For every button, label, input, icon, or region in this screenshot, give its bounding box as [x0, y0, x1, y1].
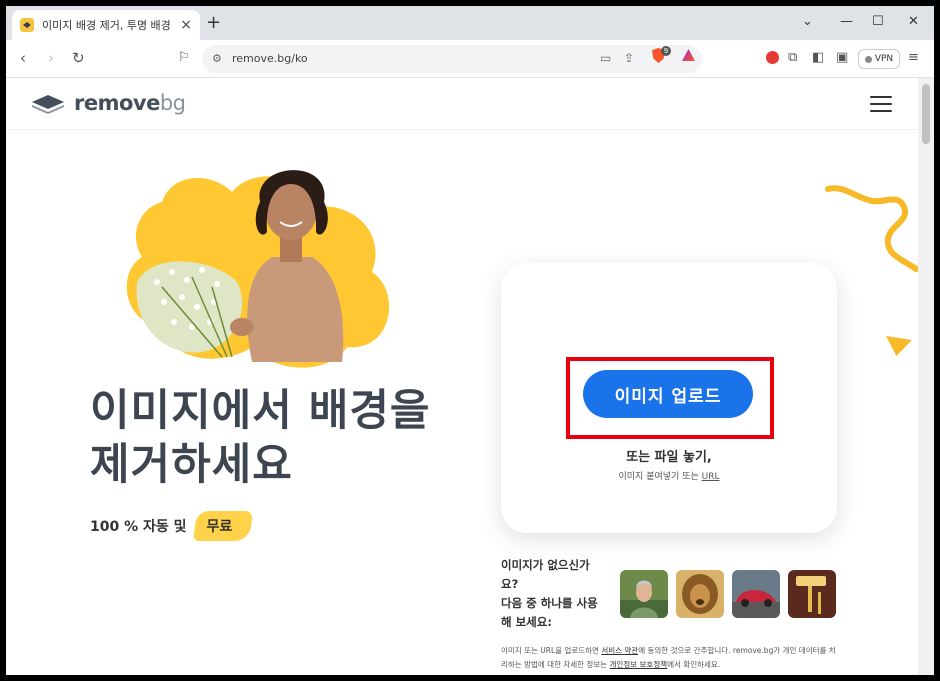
- wallet-icon[interactable]: ▣: [836, 51, 848, 65]
- terms-link[interactable]: 서비스 약관: [601, 646, 638, 655]
- samples-label: 이미지가 없으신가 요? 다음 중 하나를 사용 해 보세요:: [501, 558, 598, 629]
- decorative-triangle: [886, 336, 912, 356]
- scroll-thumb[interactable]: [922, 84, 930, 144]
- vpn-label: VPN: [874, 54, 894, 64]
- legal-notice: 이미지 또는 URL을 업로드하면 서비스 약관에 동의한 것으로 간주합니다.…: [501, 646, 836, 669]
- minimize-icon[interactable]: —: [840, 14, 853, 29]
- address-bar[interactable]: ⚙ remove.bg/ko ▭ ⇪: [202, 45, 702, 73]
- hero-subtitle: 100 % 자동 및 무료: [90, 514, 244, 538]
- tab-strip: 이미지 배경 제거, 투명 배경 만 × + ⌄ — ☐ ✕: [6, 6, 934, 40]
- hamburger-menu-icon[interactable]: [870, 96, 892, 112]
- bookmark-icon[interactable]: ⚐: [178, 50, 190, 66]
- browser-window: 이미지 배경 제거, 투명 배경 만 × + ⌄ — ☐ ✕ ‹ › ↻ ⚐ ⚙…: [6, 6, 934, 675]
- page-title: 이미지에서 배경을 제거하세요: [90, 386, 431, 490]
- logo-text[interactable]: removebg: [74, 91, 186, 115]
- scrollbar[interactable]: [918, 78, 934, 675]
- privacy-link[interactable]: 개인정보 보호정책: [610, 660, 668, 669]
- web-page: removebg 이미지에서 배경을 제거하세요 100 % 자동 및 무료 이…: [6, 78, 934, 675]
- forward-icon[interactable]: ›: [48, 50, 54, 66]
- upload-image-button[interactable]: 이미지 업로드: [583, 370, 753, 418]
- logo-icon[interactable]: [30, 93, 66, 115]
- url-text[interactable]: remove.bg/ko: [232, 52, 308, 65]
- free-badge: 무료: [195, 514, 245, 538]
- back-icon[interactable]: ‹: [20, 50, 26, 66]
- hero-image: [126, 170, 390, 368]
- reload-icon[interactable]: ↻: [72, 50, 85, 66]
- vpn-button[interactable]: VPN: [858, 49, 900, 69]
- paste-text: 이미지 붙여넣기 또는 URL: [618, 472, 720, 482]
- decorative-squiggle: [825, 185, 919, 272]
- sample-person-thumb[interactable]: [620, 570, 668, 618]
- url-link[interactable]: URL: [702, 472, 720, 482]
- sidebar-icon[interactable]: ◧: [812, 51, 824, 65]
- sample-lion-thumb[interactable]: [676, 570, 724, 618]
- browser-tab[interactable]: 이미지 배경 제거, 투명 배경 만 ×: [12, 10, 200, 40]
- drop-file-text: 또는 파일 놓기,: [626, 450, 712, 465]
- close-tab-icon[interactable]: ×: [180, 17, 192, 33]
- tab-title: 이미지 배경 제거, 투명 배경 만: [42, 19, 175, 32]
- favicon-icon: [20, 18, 34, 32]
- menu-icon[interactable]: ≡: [908, 51, 919, 65]
- upload-card: 이미지 업로드 또는 파일 놓기, 이미지 붙여넣기 또는 URL: [501, 263, 837, 533]
- cast-icon[interactable]: ▭: [600, 51, 611, 65]
- sample-car-thumb[interactable]: [732, 570, 780, 618]
- extensions-puzzle-icon[interactable]: ⧉: [788, 51, 797, 65]
- share-icon[interactable]: ⇪: [624, 51, 634, 65]
- site-header: removebg: [6, 78, 918, 130]
- shield-count-badge: 9: [661, 46, 671, 56]
- vpn-status-icon: [864, 55, 872, 63]
- site-info-icon[interactable]: ⚙: [212, 52, 222, 65]
- maximize-icon[interactable]: ☐: [872, 14, 884, 29]
- extension-icon[interactable]: [766, 51, 779, 64]
- sample-roller-thumb[interactable]: [788, 570, 836, 618]
- tab-search-icon[interactable]: ⌄: [802, 14, 813, 29]
- close-window-icon[interactable]: ✕: [908, 14, 919, 29]
- new-tab-icon[interactable]: +: [206, 14, 221, 32]
- browser-toolbar: ‹ › ↻ ⚐ ⚙ remove.bg/ko ▭ ⇪ 9 ⧉ ◧ ▣ VPN ≡: [6, 40, 934, 78]
